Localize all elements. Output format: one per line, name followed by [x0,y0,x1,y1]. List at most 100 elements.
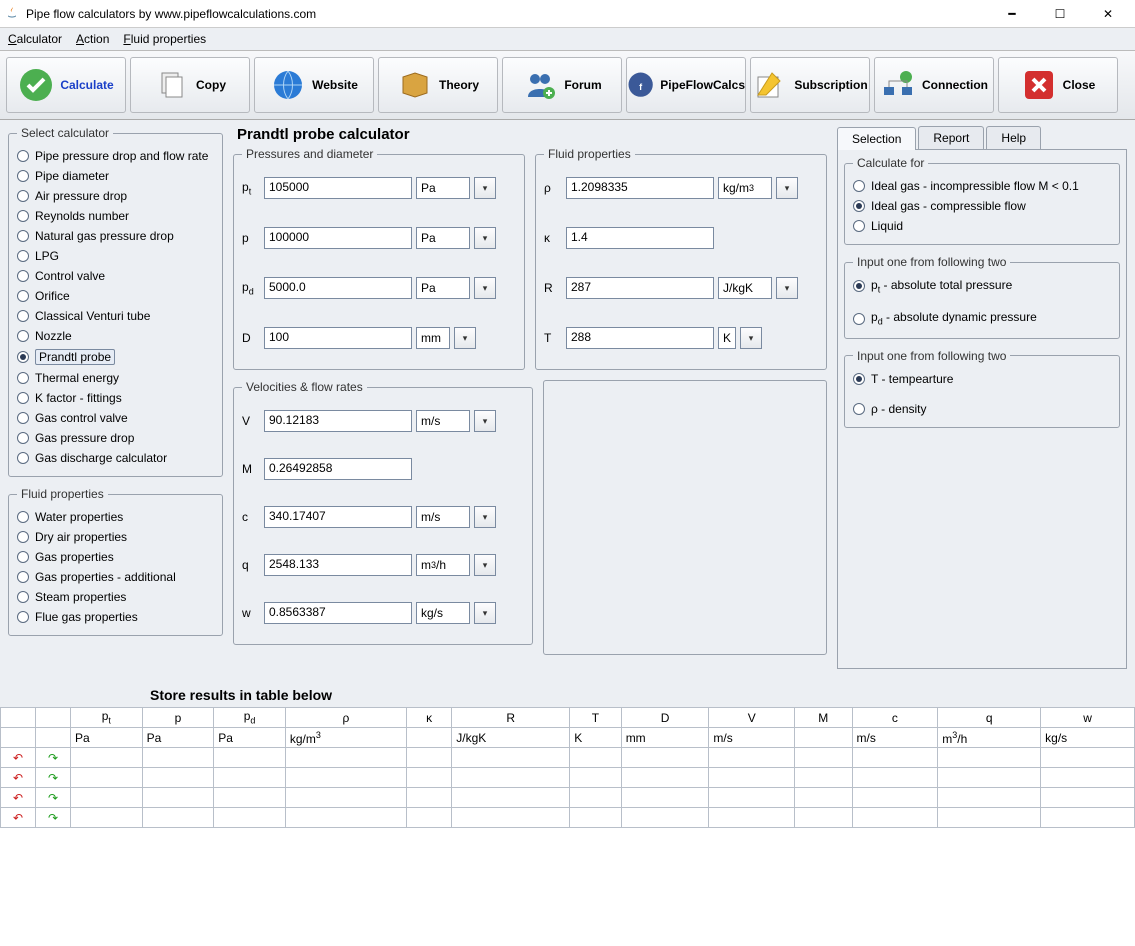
arrow-down-icon[interactable]: ↷ [46,771,60,785]
col-header [36,708,71,728]
select-calculator-group: Select calculator Pipe pressure drop and… [8,126,223,477]
unit-rho-dropdown[interactable] [776,177,798,199]
calc-option[interactable]: Thermal energy [17,368,214,388]
input-pt[interactable]: 105000 [264,177,412,199]
calc-option[interactable]: Nozzle [17,326,214,346]
calc-option[interactable]: LPG [17,246,214,266]
maximize-button[interactable]: ☐ [1045,4,1075,24]
menu-action[interactable]: Action [76,32,109,46]
input-T[interactable]: 288 [566,327,714,349]
arrow-down-icon[interactable]: ↷ [46,751,60,765]
opt-liquid[interactable]: Liquid [853,216,1111,236]
input-rho[interactable]: 1.2098335 [566,177,714,199]
input-temp-legend: Input one from following two [853,349,1010,363]
unit-D-dropdown[interactable] [454,327,476,349]
website-button[interactable]: Website [254,57,374,113]
opt-pt[interactable]: pt - absolute total pressure [853,275,1111,297]
opt-T[interactable]: T - tempearture [853,369,1111,389]
input-temp-density-group: Input one from following two T - tempear… [844,349,1120,428]
subscription-button[interactable]: Subscription [750,57,870,113]
input-p[interactable]: 100000 [264,227,412,249]
arrow-up-icon[interactable]: ↶ [11,751,25,765]
check-icon [18,67,54,103]
field-pd: pd 5000.0 Pa [242,277,516,299]
results-table: ptppdρκRTDVMcqw PaPaPakg/m3J/kgKKmmm/sm/… [0,707,1135,828]
arrow-up-icon[interactable]: ↶ [11,771,25,785]
input-w[interactable]: 0.8563387 [264,602,412,624]
calc-option[interactable]: Pipe diameter [17,166,214,186]
col-unit [795,728,852,748]
fluid-option[interactable]: Gas properties - additional [17,567,214,587]
forum-button[interactable]: Forum [502,57,622,113]
calc-option[interactable]: Reynolds number [17,206,214,226]
field-q: q 2548.133 m3/h [242,554,524,576]
unit-pt-dropdown[interactable] [474,177,496,199]
unit-w-dropdown[interactable] [474,602,496,624]
calc-option[interactable]: Air pressure drop [17,186,214,206]
close-button[interactable]: Close [998,57,1118,113]
copy-button[interactable]: Copy [130,57,250,113]
calculate-button[interactable]: Calculate [6,57,126,113]
input-D[interactable]: 100 [264,327,412,349]
unit-V: m/s [416,410,470,432]
fluid-option[interactable]: Gas properties [17,547,214,567]
unit-q-dropdown[interactable] [474,554,496,576]
input-R[interactable]: 287 [566,277,714,299]
calc-option[interactable]: Prandtl probe [17,346,214,368]
arrow-up-icon[interactable]: ↶ [11,811,25,825]
unit-T-dropdown[interactable] [740,327,762,349]
arrow-down-icon[interactable]: ↷ [46,791,60,805]
pencil-note-icon [752,67,788,103]
unit-pd-dropdown[interactable] [474,277,496,299]
field-T: T 288 K [544,327,818,349]
col-unit: m/s [709,728,795,748]
tab-help[interactable]: Help [986,126,1041,149]
minimize-button[interactable]: ━ [997,4,1027,24]
tab-strip: Selection Report Help [837,126,1127,149]
fluid-option[interactable]: Flue gas properties [17,607,214,627]
page-title: Prandtl probe calculator [233,126,827,147]
connection-button[interactable]: Connection [874,57,994,113]
col-header: c [852,708,938,728]
calc-option[interactable]: Orifice [17,286,214,306]
pipeflowcalcs-button[interactable]: f PipeFlowCalcs [626,57,746,113]
input-V[interactable]: 90.12183 [264,410,412,432]
calc-option[interactable]: Control valve [17,266,214,286]
calc-option[interactable]: Natural gas pressure drop [17,226,214,246]
calc-option[interactable]: Classical Venturi tube [17,306,214,326]
opt-ideal-compressible[interactable]: Ideal gas - compressible flow [853,196,1111,216]
tab-selection[interactable]: Selection [837,127,916,150]
unit-c-dropdown[interactable] [474,506,496,528]
calc-option[interactable]: Gas pressure drop [17,428,214,448]
opt-rho[interactable]: ρ - density [853,399,1111,419]
calc-option[interactable]: K factor - fittings [17,388,214,408]
input-pd[interactable]: 5000.0 [264,277,412,299]
input-kappa[interactable]: 1.4 [566,227,714,249]
close-icon [1021,67,1057,103]
fluid-option[interactable]: Dry air properties [17,527,214,547]
calc-option[interactable]: Gas discharge calculator [17,448,214,468]
unit-R-dropdown[interactable] [776,277,798,299]
window-controls: ━ ☐ ✕ [997,4,1131,24]
calc-option[interactable]: Gas control valve [17,408,214,428]
opt-ideal-incompressible[interactable]: Ideal gas - incompressible flow M < 0.1 [853,176,1111,196]
input-q[interactable]: 2548.133 [264,554,412,576]
input-c[interactable]: 340.17407 [264,506,412,528]
unit-p-dropdown[interactable] [474,227,496,249]
unit-V-dropdown[interactable] [474,410,496,432]
col-unit [406,728,451,748]
calc-option[interactable]: Pipe pressure drop and flow rate [17,146,214,166]
arrow-down-icon[interactable]: ↷ [46,811,60,825]
menu-calculator[interactable]: Calculator [8,32,62,46]
fluid-option[interactable]: Water properties [17,507,214,527]
input-M[interactable]: 0.26492858 [264,458,412,480]
fluid-option[interactable]: Steam properties [17,587,214,607]
menu-fluid-properties[interactable]: Fluid properties [123,32,206,46]
arrow-up-icon[interactable]: ↶ [11,791,25,805]
close-window-button[interactable]: ✕ [1093,4,1123,24]
opt-pd[interactable]: pd - absolute dynamic pressure [853,307,1111,329]
theory-button[interactable]: Theory [378,57,498,113]
tab-report[interactable]: Report [918,126,984,149]
facebook-icon: f [627,67,654,103]
unit-pt: Pa [416,177,470,199]
